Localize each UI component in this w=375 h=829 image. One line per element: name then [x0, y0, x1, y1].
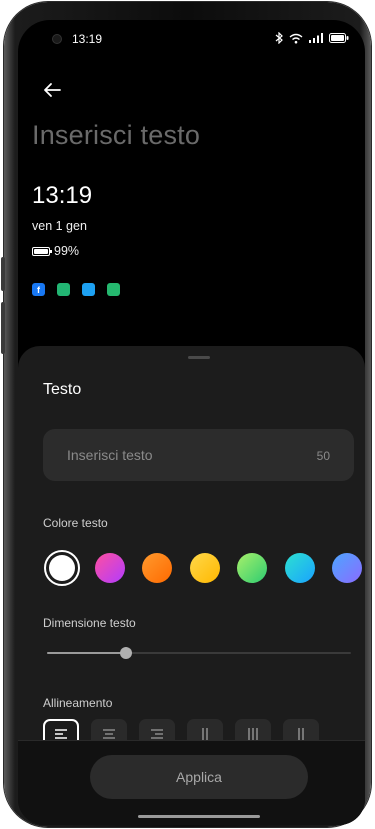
battery-small-icon: [32, 246, 52, 256]
color-label: Colore testo: [43, 516, 108, 530]
color-swatch-green[interactable]: [237, 553, 267, 583]
footer-bar: Applica: [18, 740, 365, 825]
color-swatch-yellow[interactable]: [189, 553, 220, 583]
screen: 13:19 Inserisci testo 13:19 ven 1 gen 99…: [18, 20, 365, 825]
size-label: Dimensione testo: [43, 616, 136, 630]
battery-percent: 99%: [54, 244, 80, 258]
color-swatch-white[interactable]: [44, 550, 80, 586]
bluetooth-icon: [275, 32, 283, 44]
color-swatch-magenta[interactable]: [94, 553, 125, 583]
slider-fill: [47, 652, 127, 654]
alignment-label: Allineamento: [43, 696, 113, 710]
volume-button: [1, 257, 5, 291]
apply-button[interactable]: Applica: [90, 755, 308, 799]
sheet-title: Testo: [43, 381, 82, 398]
home-indicator[interactable]: [138, 815, 260, 818]
signal-icon: [309, 33, 323, 43]
slider-thumb[interactable]: [120, 647, 133, 659]
battery-icon: [329, 33, 349, 43]
text-size-slider[interactable]: [47, 646, 351, 660]
notification-app-icons: f: [32, 283, 120, 296]
messages-icon: [57, 283, 70, 296]
status-bar: 13:19: [18, 20, 365, 60]
text-input-field[interactable]: Inserisci testo 50: [43, 429, 354, 481]
color-swatches: [44, 550, 365, 586]
wifi-icon: [289, 33, 303, 43]
camera-hole: [52, 34, 62, 44]
status-time: 13:19: [72, 32, 103, 46]
status-icons: [275, 32, 349, 44]
lockscreen-battery: 99%: [32, 244, 79, 258]
color-swatch-blue-purple[interactable]: [332, 553, 362, 583]
back-arrow-icon[interactable]: [40, 78, 64, 102]
input-placeholder: Inserisci testo: [67, 447, 153, 463]
twitter-icon: [82, 283, 95, 296]
facebook-icon: f: [32, 283, 45, 296]
color-swatch-cyan[interactable]: [284, 553, 315, 583]
lockscreen-date: ven 1 gen: [32, 219, 87, 233]
phone-icon: [107, 283, 120, 296]
preview-text-placeholder: Inserisci testo: [32, 120, 201, 150]
sheet-handle[interactable]: [188, 356, 210, 359]
color-swatch-orange[interactable]: [142, 553, 172, 583]
lockscreen-clock: 13:19: [32, 182, 93, 209]
char-limit: 50: [316, 449, 330, 463]
side-button: [1, 302, 5, 354]
